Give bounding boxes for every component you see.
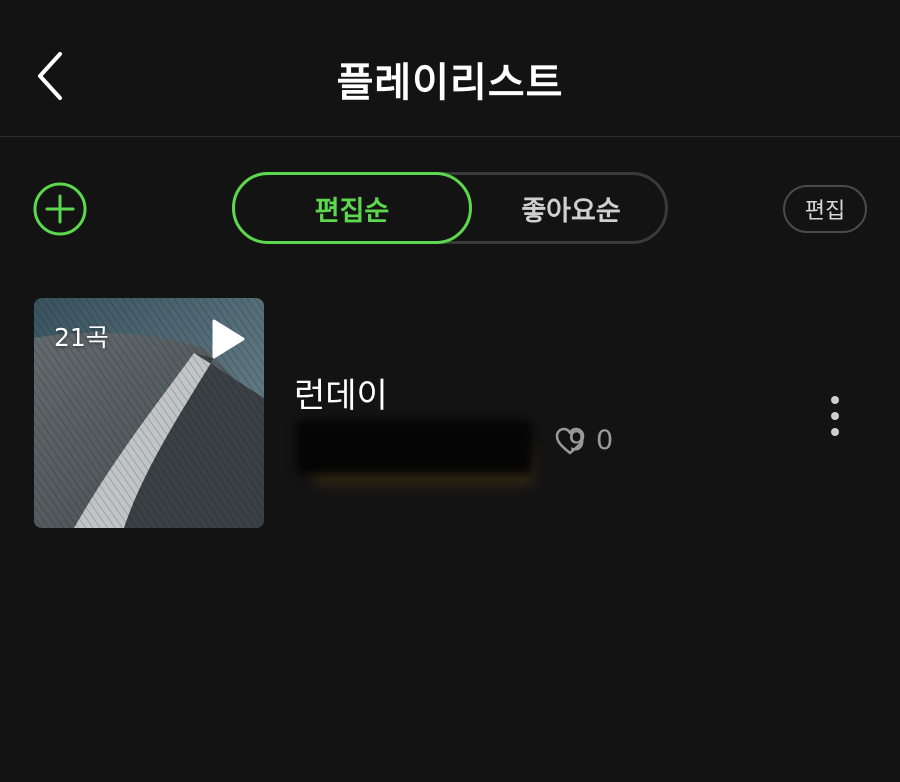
like-count-value: 0 (596, 425, 614, 456)
playlist-title: 런데이 (294, 376, 388, 416)
like-count[interactable]: 0 (554, 425, 613, 456)
edit-button[interactable]: 편집 (783, 185, 867, 233)
more-options-button[interactable] (822, 394, 848, 438)
playlist-thumbnail[interactable]: 21곡 (34, 298, 264, 528)
play-icon[interactable] (210, 318, 246, 360)
sort-segmented-control: 편집순 좋아요순 (232, 172, 668, 244)
more-vertical-icon (831, 428, 839, 436)
app-header: 플레이리스트 (0, 0, 900, 137)
more-vertical-icon (831, 412, 839, 420)
sort-tab-edit-order[interactable]: 편집순 (232, 172, 472, 244)
sort-tab-likes-order[interactable]: 좋아요순 (471, 172, 671, 244)
heart-outline-icon (555, 427, 585, 454)
page-title: 플레이리스트 (336, 60, 564, 106)
track-count: 21곡 (54, 323, 109, 352)
add-playlist-button[interactable] (32, 181, 88, 237)
playlist-item[interactable]: 21곡 런데이 SSSSSSSSSSSSSSSS9 0 (34, 298, 874, 528)
redaction-mark (296, 420, 532, 474)
plus-circle-icon (33, 182, 87, 236)
more-vertical-icon (831, 396, 839, 404)
